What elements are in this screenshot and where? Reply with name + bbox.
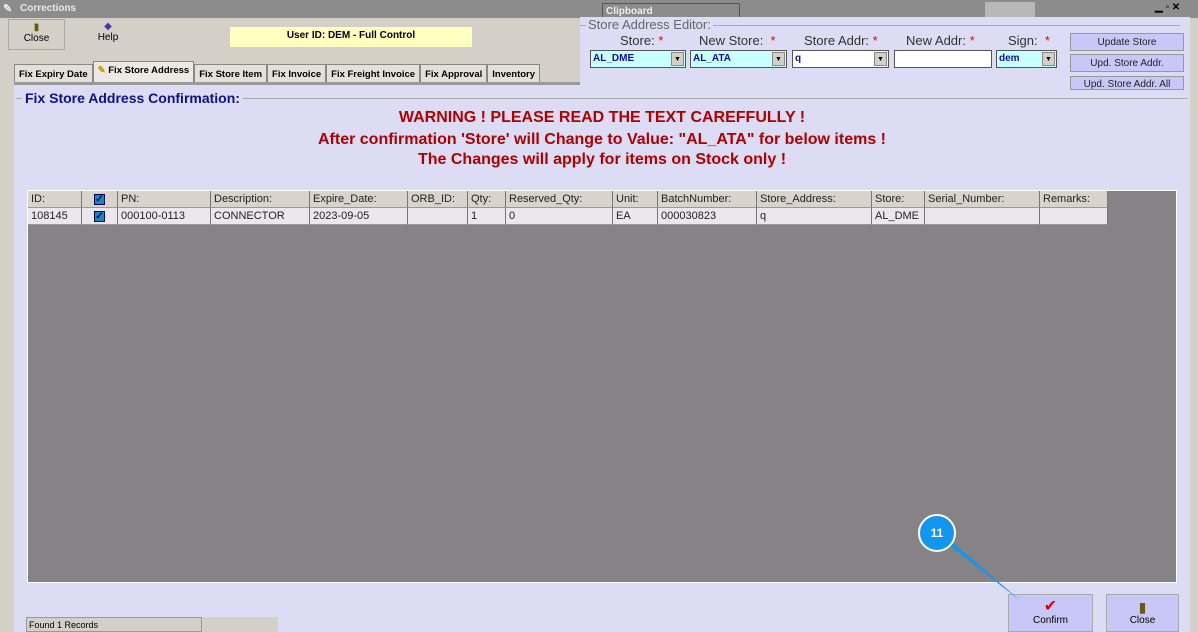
column-header: Store_Address:	[757, 191, 872, 208]
store-addr-label: Store Addr: *	[804, 33, 878, 48]
user-id-label: User ID: DEM - Full Control	[230, 27, 472, 47]
help-button[interactable]: ◆ Help	[76, 19, 140, 50]
sign-select[interactable]: dem ▼	[996, 50, 1057, 68]
store-label: Store: *	[620, 33, 664, 48]
store-select[interactable]: AL_DME ▼	[590, 50, 686, 68]
note-icon: ✎	[97, 65, 106, 76]
new-addr-input[interactable]	[894, 50, 992, 68]
close-button[interactable]: ▮ Close	[1106, 594, 1179, 632]
column-header: Reserved_Qty:	[506, 191, 613, 208]
status-bar: Found 1 Records	[26, 617, 202, 632]
window-title: Corrections	[20, 3, 77, 14]
new-addr-label: New Addr: *	[906, 33, 975, 48]
close-toolbar-button[interactable]: ▮ Close	[8, 19, 65, 50]
table-cell	[925, 208, 1040, 225]
callout-badge: 11	[930, 526, 944, 540]
column-header: Serial_Number:	[925, 191, 1040, 208]
tab-fix-store-address[interactable]: ✎ Fix Store Address	[92, 61, 195, 82]
tab-fix-expiry-date[interactable]: Fix Expiry Date	[14, 64, 93, 82]
table-cell	[408, 208, 468, 225]
sign-label: Sign: *	[1008, 33, 1050, 48]
column-header: Qty:	[468, 191, 506, 208]
tab-fix-store-item[interactable]: Fix Store Item	[194, 64, 268, 82]
editor-title: Store Address Editor:	[586, 17, 713, 32]
table-cell: 000030823	[658, 208, 757, 225]
column-header: Remarks:	[1040, 191, 1108, 208]
tab-fix-invoice[interactable]: Fix Invoice	[267, 64, 327, 82]
tab-fix-approval[interactable]: Fix Approval	[420, 64, 488, 82]
warning-line-1: WARNING ! PLEASE READ THE TEXT CAREFFULL…	[398, 109, 806, 126]
select-checkbox[interactable]: ✓	[82, 191, 118, 208]
table-cell: q	[757, 208, 872, 225]
column-header: ID:	[28, 191, 82, 208]
table-cell: 108145	[28, 208, 82, 225]
chevron-down-icon: ▼	[671, 52, 684, 66]
checkbox-icon[interactable]: ✓	[94, 211, 105, 222]
table-cell: 2023-09-05	[310, 208, 408, 225]
tab-fix-freight-invoice[interactable]: Fix Freight Invoice	[326, 64, 421, 82]
table-cell: 1	[468, 208, 506, 225]
chevron-down-icon: ▼	[874, 52, 887, 66]
column-header: BatchNumber:	[658, 191, 757, 208]
update-store-button[interactable]: Update Store	[1070, 33, 1184, 51]
upd-store-addr-all-button[interactable]: Upd. Store Addr. All	[1070, 76, 1184, 90]
table-cell: 000100-0113	[118, 208, 211, 225]
column-header: Store:	[872, 191, 925, 208]
column-header: Unit:	[613, 191, 658, 208]
checkbox-icon[interactable]: ✓	[94, 194, 105, 205]
callout-pointer	[918, 514, 1022, 602]
tab-bar: Fix Expiry Date ✎ Fix Store Address Fix …	[14, 61, 541, 82]
select-checkbox[interactable]: ✓	[82, 208, 118, 225]
column-header: PN:	[118, 191, 211, 208]
tab-inventory[interactable]: Inventory	[487, 64, 541, 82]
column-header: Expire_Date:	[310, 191, 408, 208]
upd-store-addr-button[interactable]: Upd. Store Addr.	[1070, 54, 1184, 72]
chevron-down-icon: ▼	[1042, 52, 1055, 66]
help-book-icon: ◆	[104, 21, 112, 32]
table-cell: AL_DME	[872, 208, 925, 225]
chevron-down-icon: ▼	[772, 52, 785, 66]
store-addr-select[interactable]: q ▼	[792, 50, 889, 68]
door-icon: ▮	[33, 22, 40, 33]
table-cell: CONNECTOR	[211, 208, 310, 225]
table-cell: 0	[506, 208, 613, 225]
warning-line-2: After confirmation 'Store' will Change t…	[317, 131, 886, 148]
window-controls[interactable]: ▁ ▫ ✕	[1155, 2, 1180, 13]
column-header: Description:	[211, 191, 310, 208]
new-store-label: New Store: *	[699, 33, 776, 48]
confirmation-title: Fix Store Address Confirmation:	[22, 90, 243, 106]
new-store-select[interactable]: AL_ATA ▼	[690, 50, 787, 68]
table-cell	[1040, 208, 1108, 225]
table-cell: EA	[613, 208, 658, 225]
warning-line-3: The Changes will apply for items on Stoc…	[417, 151, 787, 168]
app-icon: ✎	[3, 3, 13, 15]
column-header: ORB_ID:	[408, 191, 468, 208]
door-icon: ▮	[1138, 599, 1147, 615]
